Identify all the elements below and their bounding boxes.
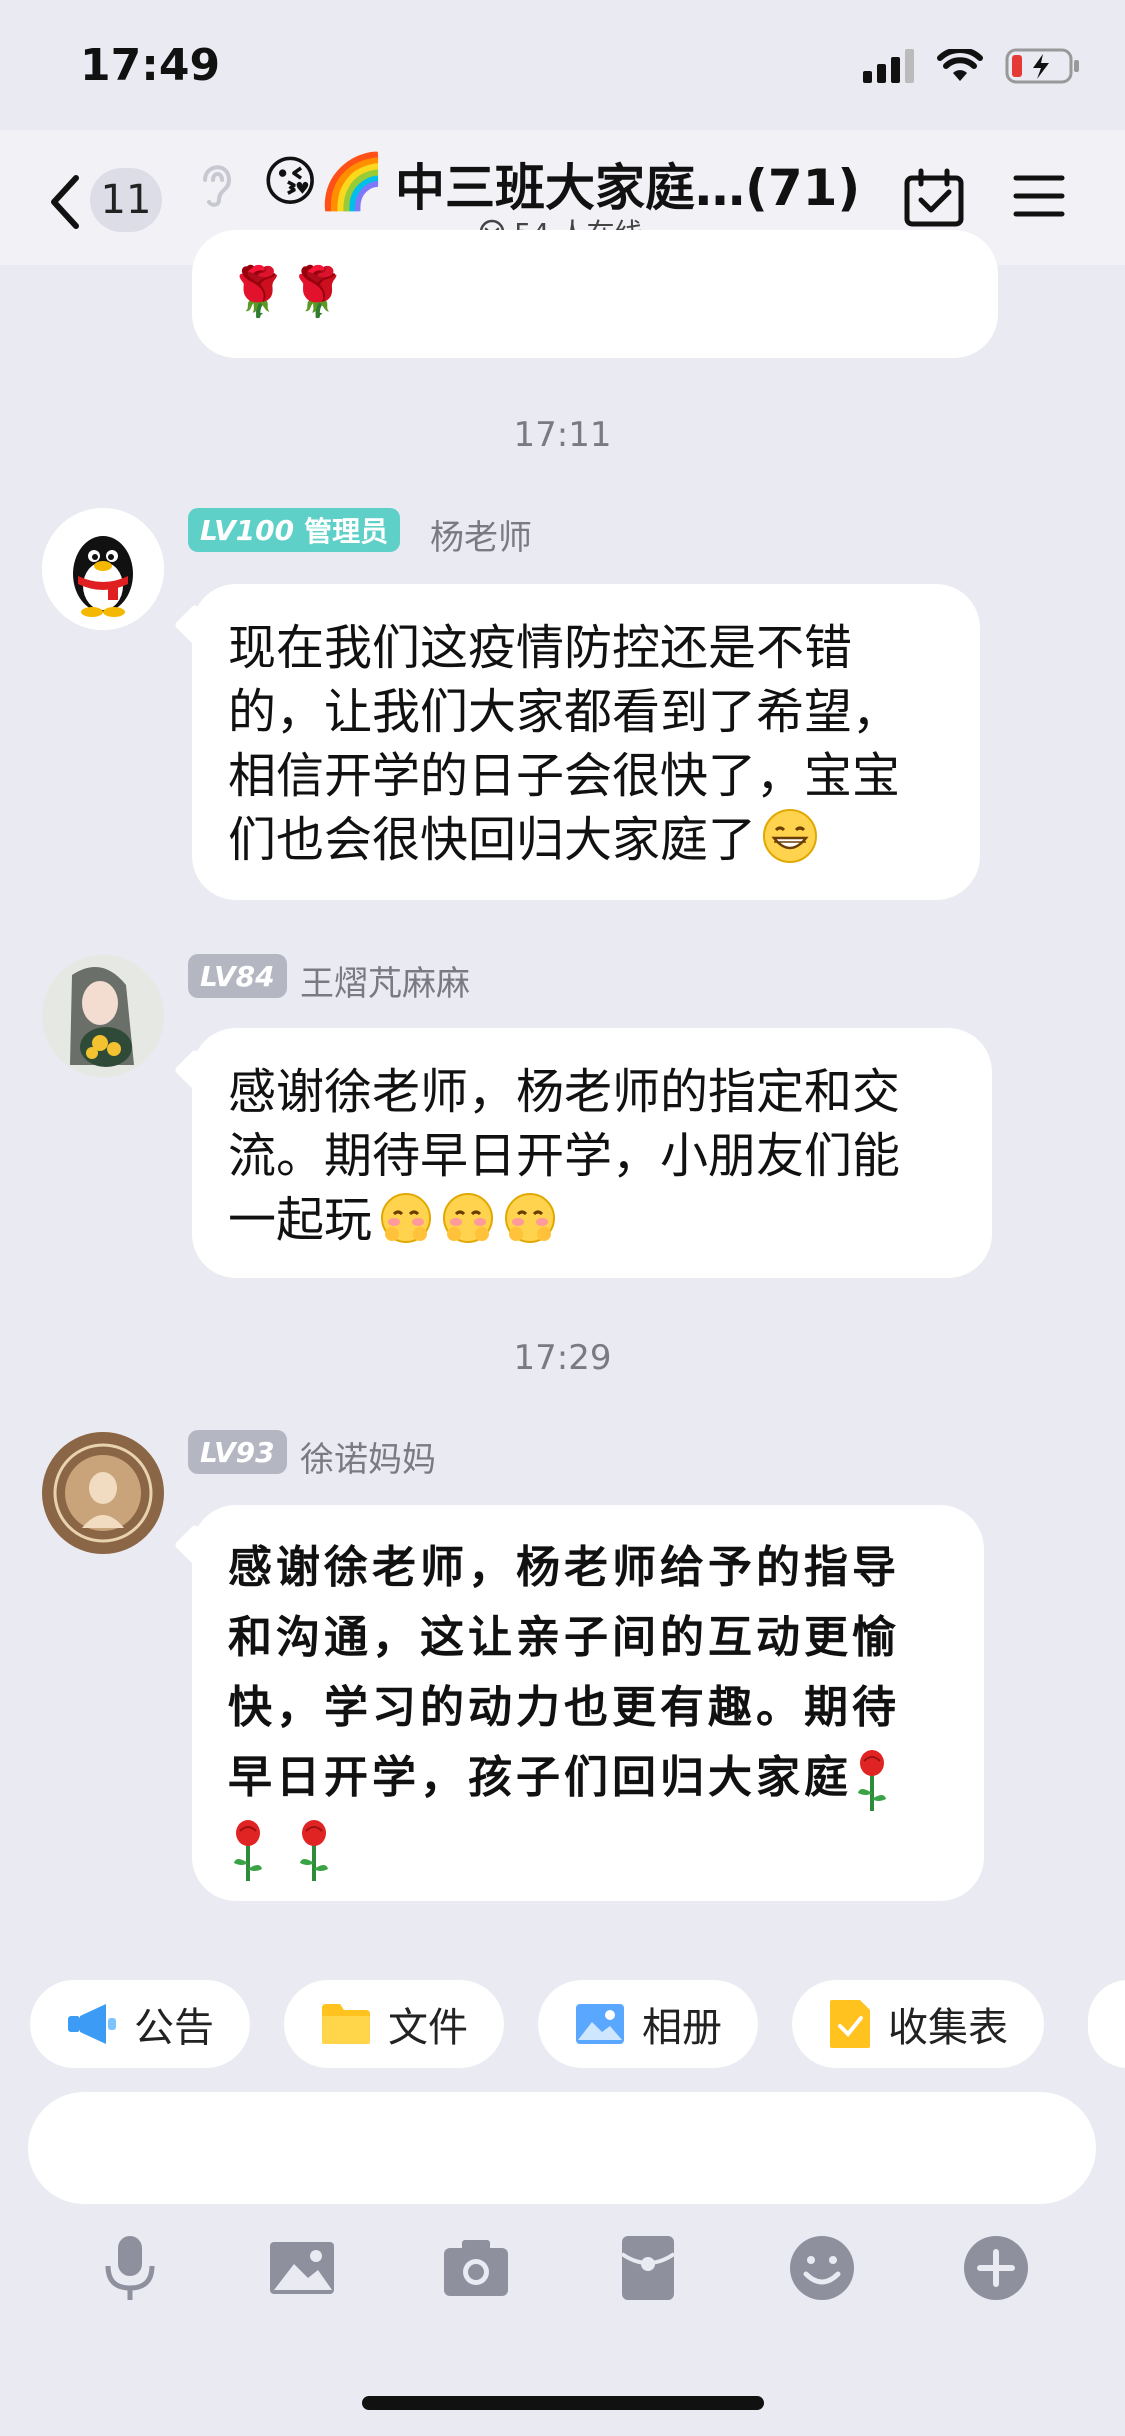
chip-label: 公告 xyxy=(134,2005,214,2051)
collection-form-chip[interactable]: 收集表 xyxy=(792,1980,1044,2068)
message-line: 们也会很快回归大家庭了 xyxy=(228,812,757,868)
wifi-icon xyxy=(937,49,983,81)
rose-emoji-icon xyxy=(858,1749,886,1811)
photo-album-icon xyxy=(576,2004,624,2044)
rose-emoji-icon xyxy=(234,1819,262,1881)
emoji-icon[interactable] xyxy=(786,2232,858,2304)
admin-level-badge: LV100 管理员 xyxy=(188,508,401,552)
message-line: 现在我们这疫情防控还是不错 xyxy=(228,620,853,676)
timestamp: 17:29 xyxy=(513,1338,612,1378)
level-badge: LV84 xyxy=(188,954,287,998)
status-time: 17:49 xyxy=(80,40,221,91)
message-line: 和沟通，这让亲子间的互动更愉 xyxy=(228,1612,900,1663)
sender-name[interactable]: 杨老师 xyxy=(430,510,532,559)
red-packet-icon[interactable] xyxy=(612,2232,684,2304)
clock-portrait-avatar-icon xyxy=(42,1432,164,1554)
penguin-avatar-icon xyxy=(42,508,164,630)
signal-icon xyxy=(863,49,914,83)
chip-label: 相册 xyxy=(642,2005,722,2051)
album-chip[interactable]: 相册 xyxy=(538,1980,758,2068)
message-line: 的，让我们大家都看到了希望， xyxy=(228,684,901,740)
message-line: 感谢徐老师，杨老师的指定和交 xyxy=(228,1064,901,1120)
chip-label: 收集表 xyxy=(888,2005,1008,2051)
timestamp: 17:11 xyxy=(513,415,612,455)
shy-emoji-icon xyxy=(381,1193,432,1243)
megaphone-icon xyxy=(68,2004,116,2044)
message-line: 一起玩 xyxy=(228,1192,373,1248)
home-indicator[interactable] xyxy=(362,2396,764,2410)
sender-name[interactable]: 王熠芃麻麻 xyxy=(300,956,470,1005)
level-badge: LV93 xyxy=(188,1430,287,1474)
announcement-chip[interactable]: 公告 xyxy=(30,1980,250,2068)
rose-emoji-icon xyxy=(300,1819,328,1881)
message-input[interactable] xyxy=(28,2092,1096,2204)
level-label: LV93 xyxy=(200,1435,275,1469)
battery-icon xyxy=(1005,48,1079,84)
plus-icon[interactable] xyxy=(960,2232,1032,2304)
partial-message-bubble[interactable]: 🌹🌹 xyxy=(192,230,998,358)
girl-with-flowers-avatar-icon xyxy=(42,955,164,1077)
folder-icon xyxy=(322,2004,370,2044)
role-label: 管理员 xyxy=(304,515,389,548)
chip-label: 文件 xyxy=(388,2005,468,2051)
calendar-check-icon[interactable] xyxy=(903,168,965,228)
message-line: 流。期待早日开学，小朋友们能 xyxy=(228,1128,901,1184)
ear-icon[interactable] xyxy=(195,158,235,208)
level-label: LV84 xyxy=(200,959,275,993)
avatar[interactable] xyxy=(42,955,164,1077)
files-chip[interactable]: 文件 xyxy=(284,1980,504,2068)
back-chevron-icon[interactable] xyxy=(44,172,84,232)
message-line: 快，学习的动力也更有趣。期待 xyxy=(228,1682,900,1733)
status-icons xyxy=(863,48,1081,84)
menu-icon[interactable] xyxy=(1013,173,1065,219)
message-bubble[interactable]: 感谢徐老师，杨老师的指定和交 流。期待早日开学，小朋友们能 一起玩 xyxy=(192,1028,992,1278)
group-title[interactable]: 中三班大家庭…(71) xyxy=(395,148,860,220)
shy-emoji-icon xyxy=(505,1193,556,1243)
message-line: 早日开学，孩子们回归大家庭 xyxy=(228,1752,852,1803)
title-emoji-kiss-rainbow: 😘🌈 xyxy=(262,150,386,213)
message-bubble[interactable]: 感谢徐老师，杨老师给予的指导 和沟通，这让亲子间的互动更愉 快，学习的动力也更有… xyxy=(192,1505,984,1901)
camera-icon[interactable] xyxy=(440,2232,512,2304)
form-icon xyxy=(830,2000,870,2048)
microphone-icon[interactable] xyxy=(94,2232,166,2304)
image-icon[interactable] xyxy=(266,2232,338,2304)
unread-count-badge[interactable]: 11 xyxy=(90,168,162,232)
message-line: 相信开学的日子会很快了，宝宝 xyxy=(228,748,901,804)
rose-emoji-row: 🌹🌹 xyxy=(228,264,348,320)
avatar[interactable] xyxy=(42,508,164,630)
avatar[interactable] xyxy=(42,1432,164,1554)
message-bubble[interactable]: 现在我们这疫情防控还是不错 的，让我们大家都看到了希望， 相信开学的日子会很快了… xyxy=(192,584,980,900)
shy-emoji-icon xyxy=(443,1193,494,1243)
message-line: 感谢徐老师，杨老师给予的指导 xyxy=(228,1542,900,1593)
sender-name[interactable]: 徐诺妈妈 xyxy=(300,1432,436,1481)
level-label: LV100 xyxy=(200,513,295,547)
grin-emoji-icon xyxy=(763,809,818,863)
